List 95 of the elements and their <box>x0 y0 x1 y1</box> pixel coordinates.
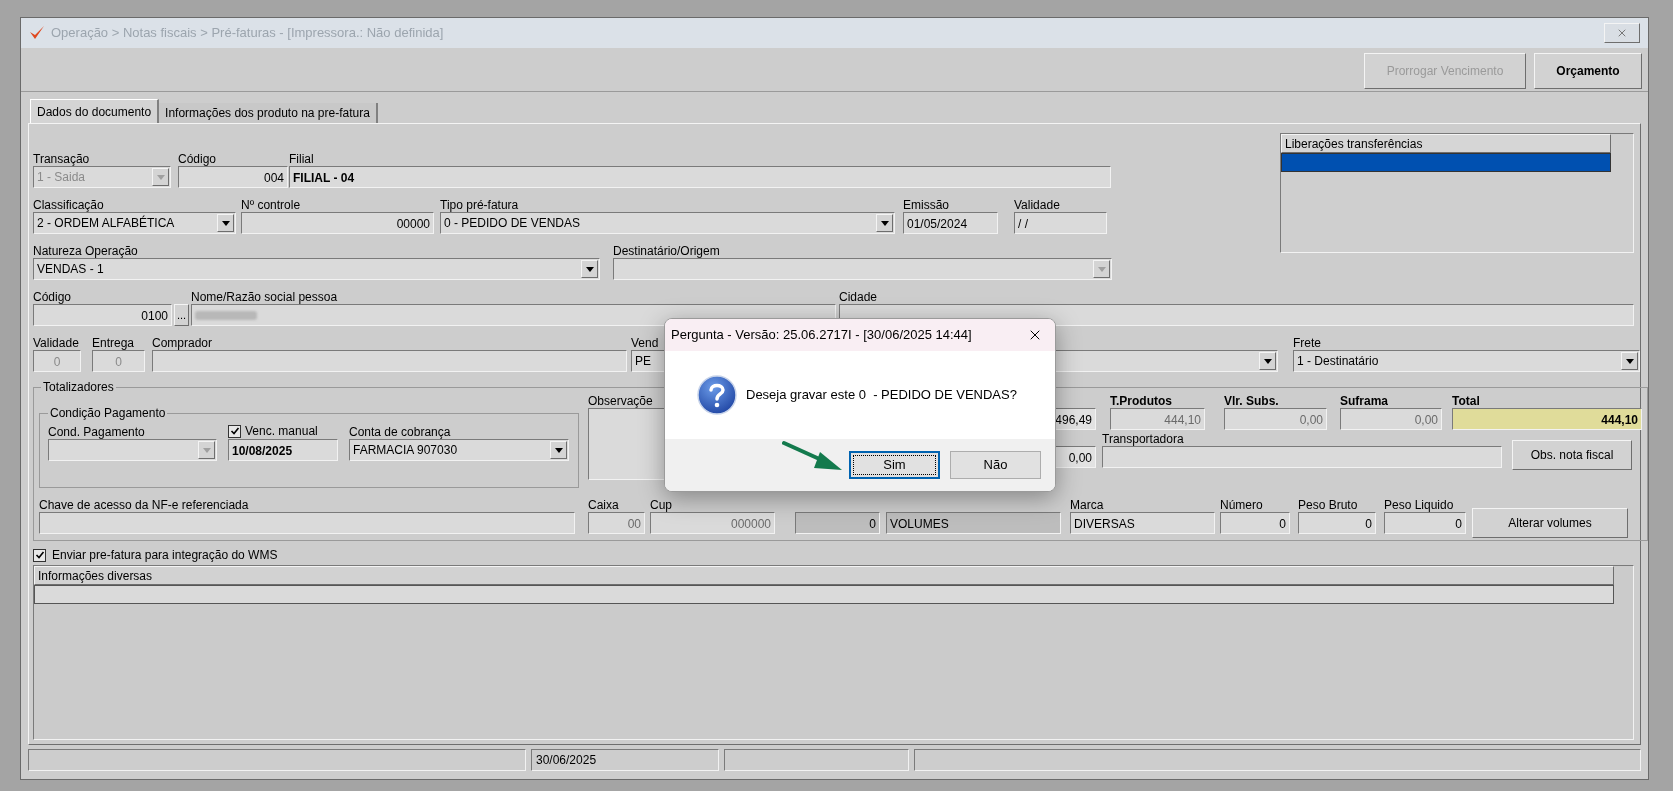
dialog-button[interactable]: Não <box>950 451 1041 479</box>
field-label: Emissão <box>903 198 949 212</box>
field-label: Cidade <box>839 290 878 304</box>
field-label: Comprador <box>152 336 213 350</box>
text-field[interactable]: 01/05/2024 <box>903 212 998 234</box>
group-title: Condição Pagamento <box>49 406 167 420</box>
text-field[interactable]: 444,10 <box>1452 408 1642 430</box>
text-field[interactable]: DIVERSAS <box>1070 512 1215 534</box>
field-label: Destinatário/Origem <box>613 244 720 258</box>
caret-icon <box>1097 266 1106 272</box>
field-label: Transportadora <box>1102 432 1184 446</box>
button[interactable]: ... <box>174 304 189 326</box>
group-title: Totalizadores <box>42 380 115 394</box>
dropdown[interactable]: 0 - PEDIDO DE VENDAS <box>440 212 895 234</box>
text-field[interactable]: 0 <box>795 512 880 534</box>
text-field[interactable]: 004 <box>178 166 288 188</box>
close-button[interactable] <box>1604 23 1640 43</box>
field-label: Chave de acesso da NF-e referenciada <box>39 498 249 512</box>
checkbox-label: Enviar pre-fatura para integração do WMS <box>52 547 278 564</box>
field-label: Vend <box>631 336 659 350</box>
caret-icon <box>880 220 889 226</box>
field-label: Número <box>1220 498 1263 512</box>
text-field[interactable]: FILIAL - 04 <box>289 166 1111 188</box>
tab[interactable]: Informações dos produto na pre-fatura <box>159 103 378 123</box>
text-field[interactable] <box>191 304 836 326</box>
text-field[interactable]: VOLUMES <box>886 512 1061 534</box>
text-field[interactable]: 444,10 <box>1110 408 1205 430</box>
field-label: Tipo pré-fatura <box>440 198 519 212</box>
field-label: Código <box>178 152 217 166</box>
field-label: Suframa <box>1340 394 1389 408</box>
button[interactable]: Obs. nota fiscal <box>1512 440 1632 470</box>
field-label: Nome/Razão social pessoa <box>191 290 338 304</box>
close-icon <box>1616 27 1628 39</box>
caret-icon <box>554 447 563 453</box>
column-header: Liberações transferências <box>1281 134 1611 153</box>
field-label: Peso Liquido <box>1384 498 1454 512</box>
field-label: Código <box>33 290 72 304</box>
checkbox[interactable] <box>228 424 241 438</box>
blurred-text <box>195 310 257 320</box>
window-title: Operação > Notas fiscais > Pré-faturas - [Impressora.: Não definida] <box>51 24 444 43</box>
text-field[interactable] <box>1102 446 1502 468</box>
text-field[interactable]: 10/08/2025 <box>228 439 338 461</box>
text-field[interactable] <box>152 350 627 372</box>
column-header: Informações diversas <box>34 566 1614 585</box>
caret-icon <box>156 174 165 180</box>
text-field[interactable]: 0,00 <box>1224 408 1327 430</box>
field-label: Marca <box>1070 498 1104 512</box>
text-field[interactable]: / / <box>1014 212 1107 234</box>
caret-icon <box>202 447 211 453</box>
dropdown[interactable]: 1 - Destinatário <box>1293 350 1640 372</box>
question-icon <box>697 375 737 415</box>
field-label: Classificação <box>33 198 104 212</box>
text-field[interactable]: 0 <box>1384 512 1466 534</box>
field-label: Frete <box>1293 336 1321 350</box>
text-field[interactable] <box>839 304 1634 326</box>
field-label: Validade <box>33 336 79 350</box>
dialog-title: Pergunta - Versão: 25.06.2717I - [30/06/2025 14:44] <box>671 326 972 345</box>
field-label: Transação <box>33 152 90 166</box>
caret-icon <box>1625 358 1634 364</box>
checkbox[interactable] <box>33 548 46 562</box>
caret-icon <box>221 220 230 226</box>
caret-icon <box>585 266 594 272</box>
field-label: Observaçõe <box>588 394 653 408</box>
field-label: Cond. Pagamento <box>48 425 145 439</box>
tab[interactable]: Dados do documento <box>30 99 160 123</box>
field-label: Cup <box>650 498 672 512</box>
field-label: Venc. manual <box>245 424 318 438</box>
field-label: Entrega <box>92 336 135 350</box>
dialog-button[interactable]: Sim <box>849 451 940 479</box>
field-label: Vlr. Subs. <box>1224 394 1279 408</box>
field-label: T.Produtos <box>1110 394 1172 408</box>
text-field[interactable]: 00000 <box>241 212 434 234</box>
button[interactable]: Alterar volumes <box>1472 508 1628 538</box>
text-field[interactable]: 0100 <box>33 304 172 326</box>
text-field[interactable]: 0 <box>1298 512 1376 534</box>
caret-icon <box>1263 358 1272 364</box>
text-field[interactable]: 000000 <box>650 512 775 534</box>
dialog-message: Deseja gravar este 0 - PEDIDO DE VENDAS? <box>746 386 1017 405</box>
dropdown[interactable]: 2 - ORDEM ALFABÉTICA <box>33 212 236 234</box>
dropdown[interactable]: VENDAS - 1 <box>33 258 600 280</box>
field-label: Conta de cobrança <box>349 425 451 439</box>
field-label: Peso Bruto <box>1298 498 1358 512</box>
text-field[interactable]: 0 <box>1220 512 1290 534</box>
button[interactable]: Orçamento <box>1534 53 1642 89</box>
text-field[interactable]: 00 <box>588 512 645 534</box>
field-label: Nº controle <box>241 198 301 212</box>
text-field[interactable] <box>39 512 575 534</box>
field-label: Filial <box>289 152 314 166</box>
field-label: Natureza Operação <box>33 244 138 258</box>
dropdown[interactable]: FARMACIA 907030 <box>349 439 569 461</box>
field-label: Caixa <box>588 498 619 512</box>
status-panel: 30/06/2025 <box>531 749 719 771</box>
field-label: Validade <box>1014 198 1060 212</box>
field-label: Total <box>1452 394 1480 408</box>
text-field[interactable]: 0,00 <box>1340 408 1442 430</box>
